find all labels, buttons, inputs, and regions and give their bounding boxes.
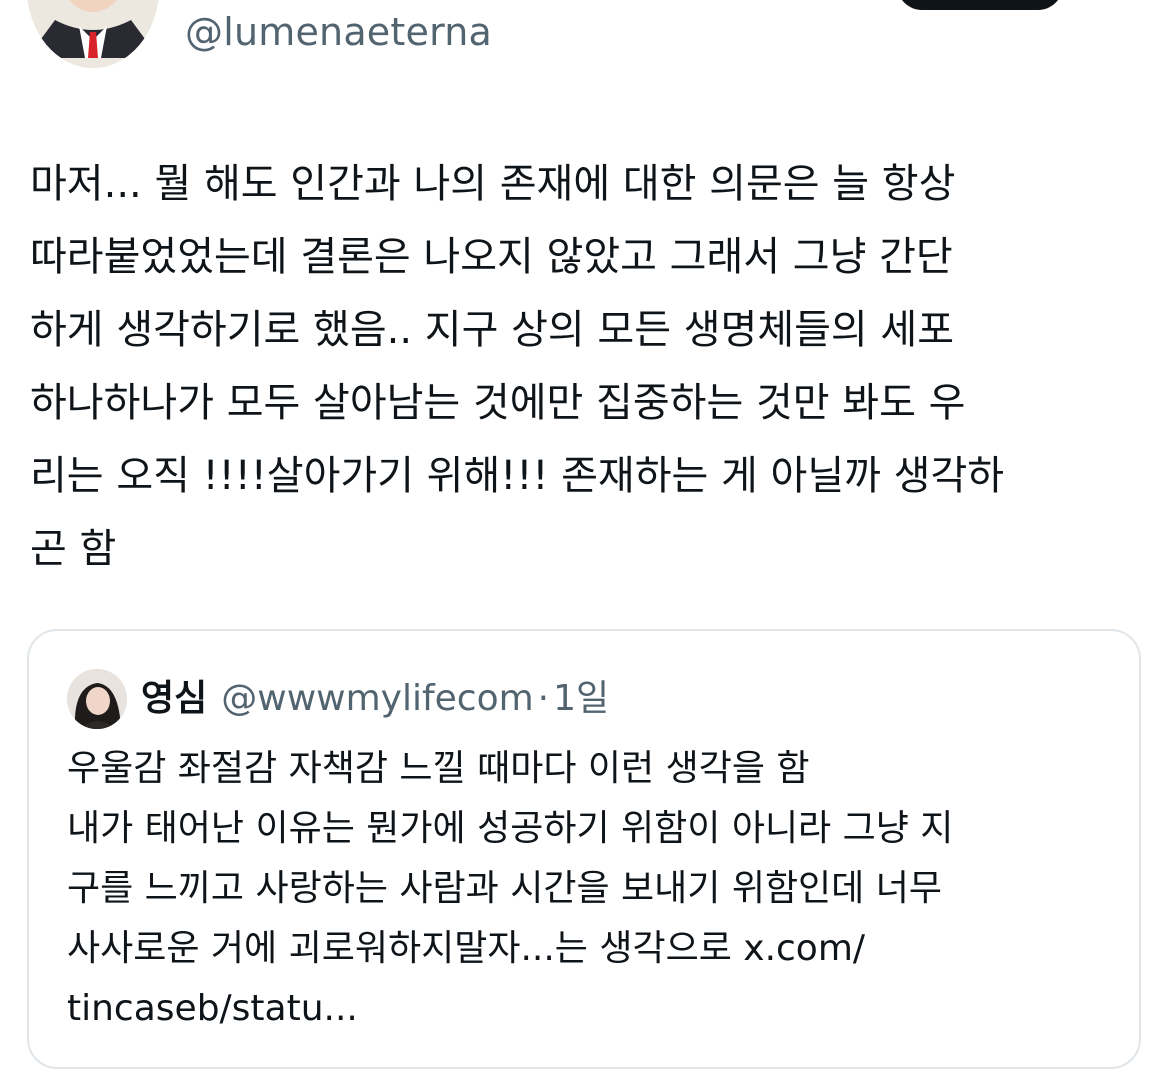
tweet-text: 마저... 뭘 해도 인간과 나의 존재에 대한 의문은 늘 항상 따라붙었었는… bbox=[30, 161, 1005, 572]
quoted-tweet-text: 우울감 좌절감 자책감 느낄 때마다 이런 생각을 함 내가 태어난 이유는 뭔… bbox=[67, 748, 954, 1029]
quoted-author-name[interactable]: 영심 bbox=[141, 678, 207, 719]
quoted-tweet-card[interactable]: 영심 @wwwmylifecom · 1일 우울감 좌절감 자책감 느낄 때마다 이런… bbox=[27, 629, 1141, 1069]
quoted-author-avatar[interactable] bbox=[67, 669, 127, 729]
header-separator: · bbox=[537, 678, 550, 719]
follow-button[interactable] bbox=[897, 0, 1063, 10]
author-handle[interactable]: @lumenaeterna bbox=[185, 8, 492, 56]
author-avatar[interactable] bbox=[27, 0, 159, 68]
quoted-tweet-time[interactable]: 1일 bbox=[553, 678, 609, 719]
quoted-author-handle[interactable]: @wwwmylifecom bbox=[221, 678, 533, 719]
quoted-tweet-header: 영심 @wwwmylifecom · 1일 bbox=[141, 675, 609, 723]
